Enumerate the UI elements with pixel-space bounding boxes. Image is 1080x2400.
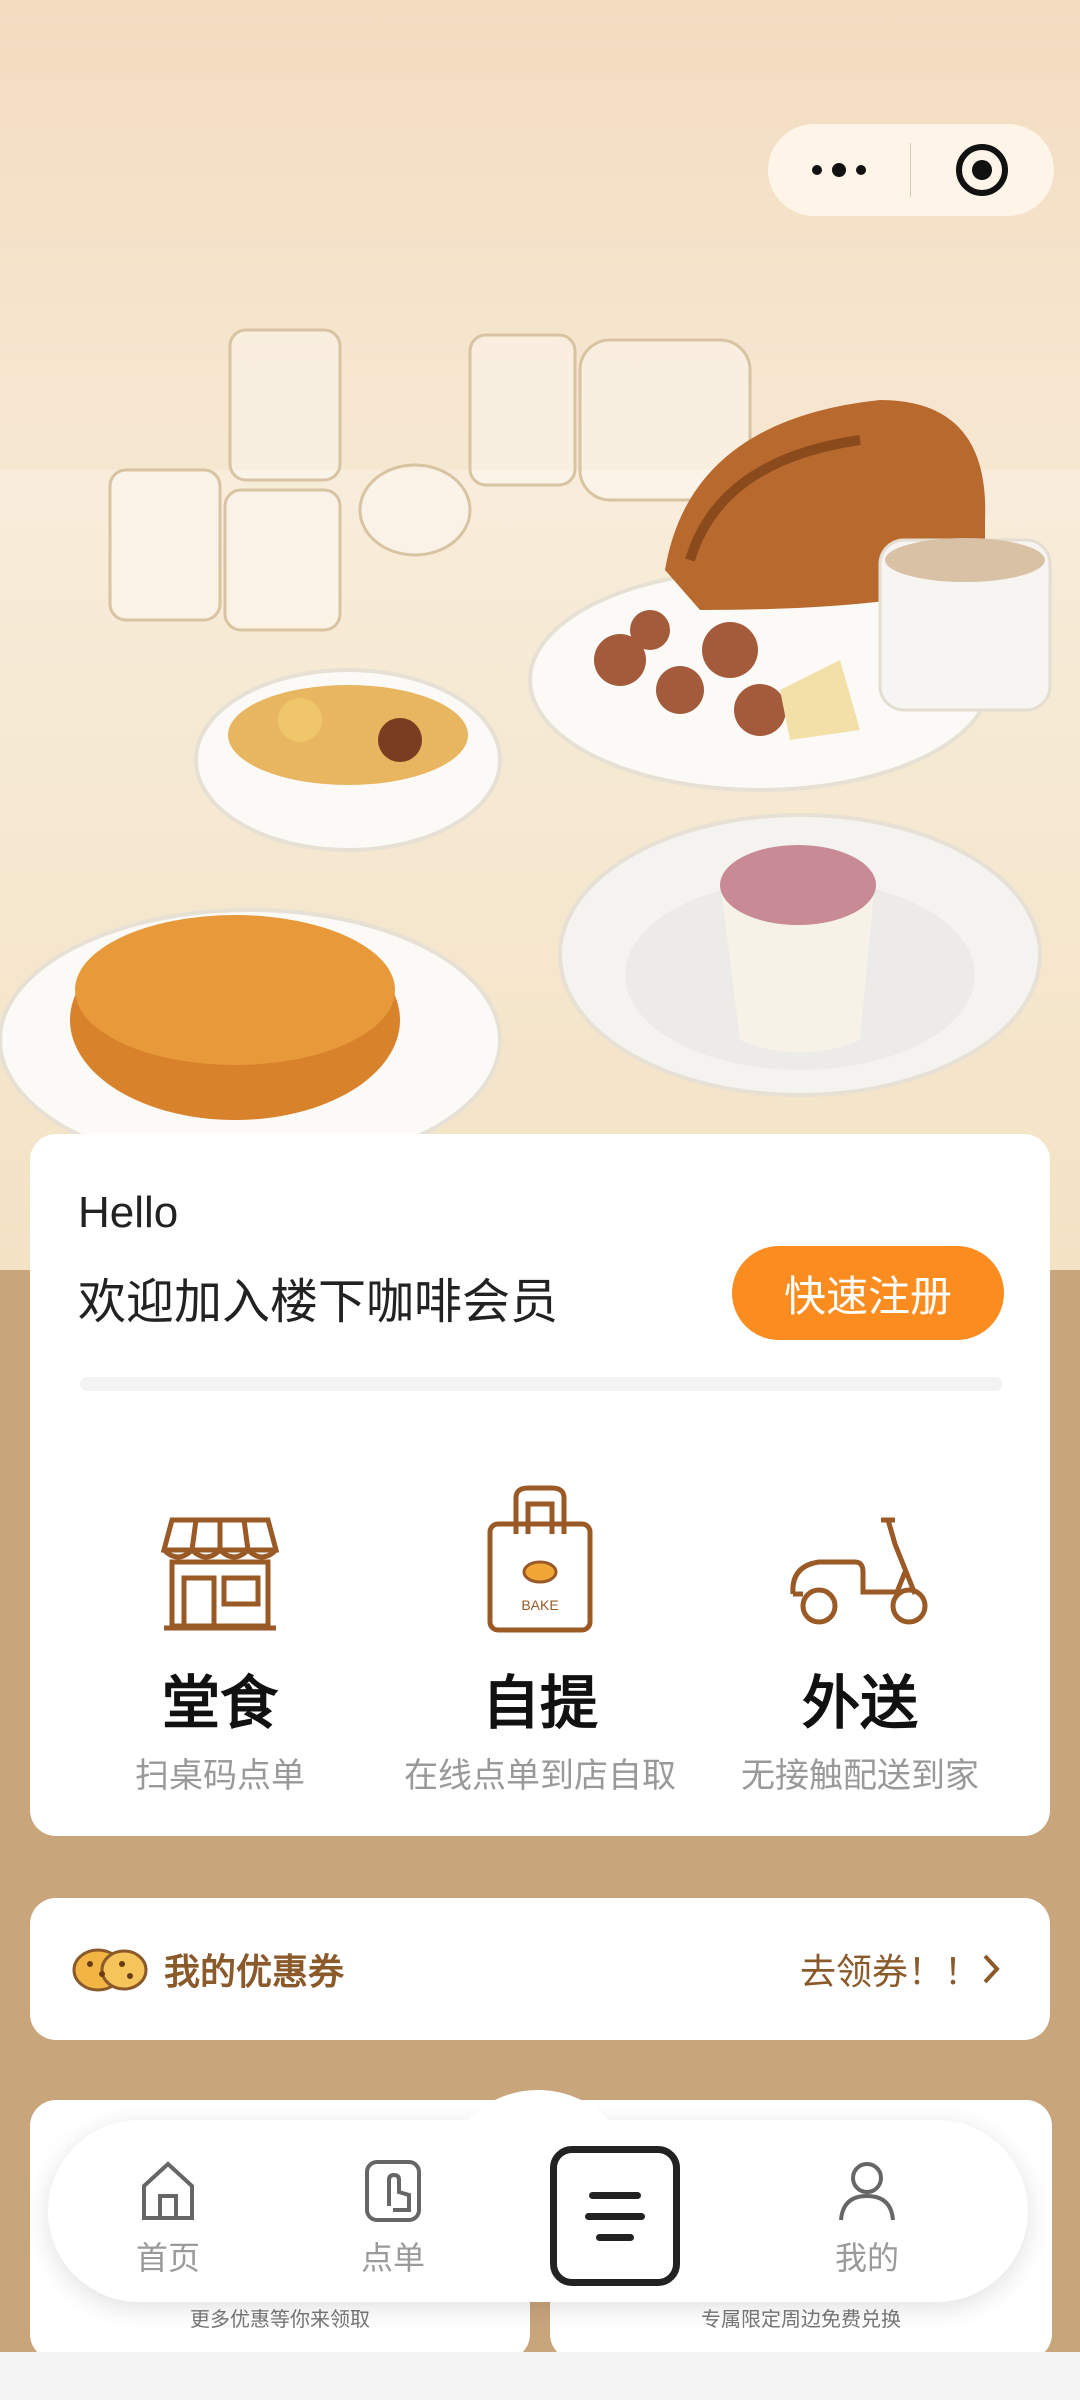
greeting-text: Hello	[78, 1188, 179, 1237]
hero-banner-photo	[0, 0, 1080, 1270]
quick-register-button[interactable]: 快速注册	[732, 1246, 1004, 1340]
member-card: Hello 欢迎加入楼下咖啡会员 快速注册 堂食 扫桌码点单 BAKE 自提 在…	[30, 1134, 1050, 1836]
home-icon	[142, 2161, 194, 2220]
tab-mine[interactable]: 我的	[792, 2158, 942, 2279]
service-pickup[interactable]: BAKE 自提 在线点单到店自取	[370, 1484, 710, 1797]
card-divider	[80, 1377, 1002, 1391]
welcome-text: 欢迎加入楼下咖啡会员	[78, 1276, 559, 1329]
service-name: 堂食	[161, 1671, 278, 1736]
tap-order-icon	[365, 2160, 421, 2222]
service-delivery[interactable]: 外送 无接触配送到家	[690, 1484, 1030, 1797]
coupon-card[interactable]: 我的优惠券 去领券！！	[30, 1898, 1050, 2040]
service-desc: 扫桌码点单	[135, 1757, 305, 1795]
tab-label: 我的	[834, 2240, 899, 2276]
service-dine-in[interactable]: 堂食 扫桌码点单	[50, 1484, 390, 1797]
service-desc: 无接触配送到家	[741, 1757, 979, 1795]
bottom-safe-area	[0, 2352, 1080, 2400]
svg-text:BAKE: BAKE	[521, 1597, 558, 1613]
bottom-tab-bar: 首页 点单 我的	[48, 2090, 1028, 2302]
promo-caption: 更多优惠等你来领取	[190, 2309, 370, 2331]
scooter-icon	[690, 1484, 1030, 1634]
more-dots-icon[interactable]	[768, 124, 910, 216]
claim-coupon-link[interactable]: 去领券！！	[800, 1943, 1002, 1995]
menu-list-icon[interactable]	[550, 2146, 680, 2286]
claim-coupon-label: 去领券！！	[799, 1951, 980, 1992]
service-name: 自提	[481, 1671, 598, 1736]
miniprogram-capsule	[768, 124, 1054, 216]
cookie-icon	[72, 1948, 148, 1992]
tab-home[interactable]: 首页	[93, 2158, 243, 2279]
service-desc: 在线点单到店自取	[404, 1757, 676, 1795]
tab-label: 首页	[135, 2240, 200, 2276]
chevron-right-icon	[983, 1954, 1000, 1984]
coupon-title: 我的优惠券	[164, 1951, 345, 1992]
tab-label: 点单	[360, 2240, 425, 2276]
target-icon[interactable]	[911, 124, 1053, 216]
tab-order[interactable]: 点单	[318, 2158, 468, 2279]
store-icon	[50, 1484, 390, 1634]
bake-bag-icon: BAKE	[370, 1484, 710, 1634]
promo-caption: 专属限定周边免费兑换	[701, 2309, 901, 2331]
profile-icon	[839, 2162, 895, 2221]
service-name: 外送	[801, 1671, 918, 1736]
